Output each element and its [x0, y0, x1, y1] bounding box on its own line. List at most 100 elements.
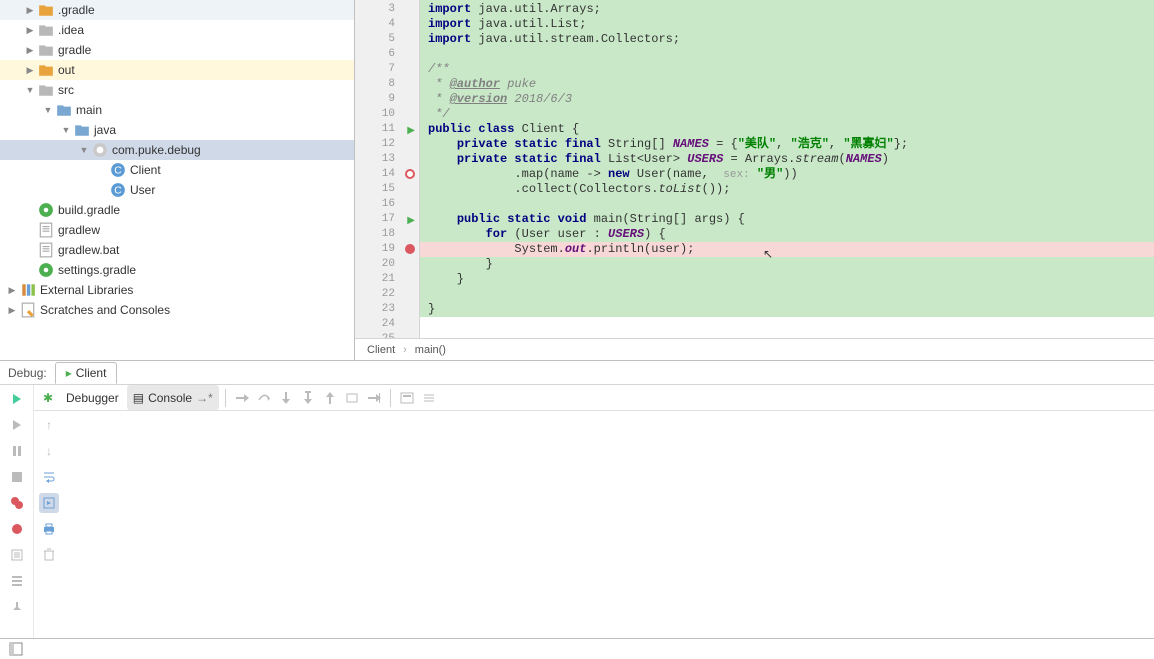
- gutter-line[interactable]: 17▶: [355, 212, 419, 227]
- chevron-right-icon[interactable]: ▶: [24, 24, 36, 36]
- tree-item[interactable]: settings.gradle: [0, 260, 354, 280]
- soft-wrap-button[interactable]: [39, 467, 59, 487]
- tree-item[interactable]: build.gradle: [0, 200, 354, 220]
- gutter-line[interactable]: 21: [355, 272, 419, 287]
- settings-button[interactable]: [7, 571, 27, 591]
- console-output[interactable]: [64, 411, 1154, 638]
- tree-item[interactable]: ▼main: [0, 100, 354, 120]
- code-line[interactable]: }: [420, 272, 1154, 287]
- code-line[interactable]: */: [420, 107, 1154, 122]
- code-line[interactable]: * @version 2018/6/3: [420, 92, 1154, 107]
- code-line[interactable]: }: [420, 257, 1154, 272]
- mute-breakpoints-button[interactable]: [7, 519, 27, 539]
- editor-gutter[interactable]: 34567891011▶121314151617▶181920212223242…: [355, 0, 420, 338]
- chevron-right-icon[interactable]: ▶: [24, 44, 36, 56]
- code-line[interactable]: import java.util.Arrays;: [420, 2, 1154, 17]
- console-tab[interactable]: ▤ Console →*: [127, 385, 219, 410]
- tree-item[interactable]: ▼src: [0, 80, 354, 100]
- tree-item[interactable]: ▶.gradle: [0, 0, 354, 20]
- gutter-line[interactable]: 25: [355, 332, 419, 338]
- resume-button[interactable]: [7, 415, 27, 435]
- evaluate-expression-button[interactable]: [397, 388, 417, 408]
- gutter-line[interactable]: 11▶: [355, 122, 419, 137]
- chevron-right-icon[interactable]: ▶: [24, 64, 36, 76]
- step-out-button[interactable]: [320, 388, 340, 408]
- gutter-line[interactable]: 15: [355, 182, 419, 197]
- gutter-line[interactable]: 7: [355, 62, 419, 77]
- code-line[interactable]: public static void main(String[] args) {: [420, 212, 1154, 227]
- gutter-line[interactable]: 22: [355, 287, 419, 302]
- code-line[interactable]: System.out.println(user);: [420, 242, 1154, 257]
- breadcrumb-method[interactable]: main(): [415, 344, 446, 356]
- gutter-line[interactable]: 4: [355, 17, 419, 32]
- code-line[interactable]: /**: [420, 62, 1154, 77]
- tree-item[interactable]: CClient: [0, 160, 354, 180]
- tree-item[interactable]: ▶External Libraries: [0, 280, 354, 300]
- stop-button[interactable]: [7, 467, 27, 487]
- up-stack-button[interactable]: ↑: [39, 415, 59, 435]
- run-gutter-icon[interactable]: ▶: [405, 214, 415, 224]
- gutter-line[interactable]: 9: [355, 92, 419, 107]
- show-execution-point-button[interactable]: [232, 388, 252, 408]
- code-line[interactable]: [420, 332, 1154, 338]
- pin-tab-button[interactable]: [7, 597, 27, 617]
- tree-item[interactable]: ▶.idea: [0, 20, 354, 40]
- chevron-down-icon[interactable]: ▼: [78, 144, 90, 156]
- code-line[interactable]: for (User user : USERS) {: [420, 227, 1154, 242]
- breakpoint-muted-icon[interactable]: [405, 169, 415, 179]
- code-line[interactable]: public class Client {: [420, 122, 1154, 137]
- down-stack-button[interactable]: ↓: [39, 441, 59, 461]
- breadcrumb-class[interactable]: Client: [367, 344, 395, 356]
- scroll-to-end-button[interactable]: [39, 493, 59, 513]
- gutter-line[interactable]: 8: [355, 77, 419, 92]
- tree-item[interactable]: ▶out: [0, 60, 354, 80]
- gutter-line[interactable]: 23: [355, 302, 419, 317]
- gutter-line[interactable]: 19: [355, 242, 419, 257]
- project-tree[interactable]: ▶.gradle▶.idea▶gradle▶out▼src▼main▼java▼…: [0, 0, 355, 360]
- gutter-line[interactable]: 24: [355, 317, 419, 332]
- code-editor[interactable]: import java.util.Arrays;import java.util…: [420, 0, 1154, 338]
- code-line[interactable]: * @author puke: [420, 77, 1154, 92]
- tree-item[interactable]: gradlew.bat: [0, 240, 354, 260]
- gutter-line[interactable]: 12: [355, 137, 419, 152]
- tree-item[interactable]: ▶Scratches and Consoles: [0, 300, 354, 320]
- chevron-right-icon[interactable]: ▶: [6, 284, 18, 296]
- code-line[interactable]: import java.util.List;: [420, 17, 1154, 32]
- run-gutter-icon[interactable]: ▶: [405, 124, 415, 134]
- trace-current-stream-chain-button[interactable]: [419, 388, 439, 408]
- tree-item[interactable]: gradlew: [0, 220, 354, 240]
- tree-item[interactable]: ▼java: [0, 120, 354, 140]
- pause-button[interactable]: [7, 441, 27, 461]
- gutter-line[interactable]: 10: [355, 107, 419, 122]
- chevron-down-icon[interactable]: ▼: [24, 84, 36, 96]
- tool-windows-quick-access-button[interactable]: [6, 639, 26, 659]
- gutter-line[interactable]: 16: [355, 197, 419, 212]
- gutter-line[interactable]: 14: [355, 167, 419, 182]
- debug-session-tab[interactable]: ▸ Client: [55, 362, 118, 384]
- code-line[interactable]: [420, 197, 1154, 212]
- debugger-tab[interactable]: Debugger: [60, 385, 125, 410]
- chevron-down-icon[interactable]: ▼: [42, 104, 54, 116]
- tree-item[interactable]: ▼com.puke.debug: [0, 140, 354, 160]
- code-line[interactable]: [420, 47, 1154, 62]
- breakpoint-icon[interactable]: [405, 244, 415, 254]
- chevron-right-icon[interactable]: ▶: [6, 304, 18, 316]
- breadcrumb[interactable]: Client › main(): [355, 338, 1154, 360]
- view-breakpoints-button[interactable]: [7, 493, 27, 513]
- code-line[interactable]: [420, 287, 1154, 302]
- gutter-line[interactable]: 5: [355, 32, 419, 47]
- run-to-cursor-button[interactable]: [364, 388, 384, 408]
- gutter-line[interactable]: 18: [355, 227, 419, 242]
- chevron-down-icon[interactable]: ▼: [60, 124, 72, 136]
- step-over-button[interactable]: [254, 388, 274, 408]
- code-line[interactable]: .collect(Collectors.toList());: [420, 182, 1154, 197]
- code-line[interactable]: import java.util.stream.Collectors;: [420, 32, 1154, 47]
- gutter-line[interactable]: 20: [355, 257, 419, 272]
- gutter-line[interactable]: 6: [355, 47, 419, 62]
- tree-item[interactable]: ▶gradle: [0, 40, 354, 60]
- code-line[interactable]: [420, 317, 1154, 332]
- clear-all-button[interactable]: [39, 545, 59, 565]
- code-line[interactable]: private static final String[] NAMES = {"…: [420, 137, 1154, 152]
- chevron-right-icon[interactable]: ▶: [24, 4, 36, 16]
- code-line[interactable]: private static final List<User> USERS = …: [420, 152, 1154, 167]
